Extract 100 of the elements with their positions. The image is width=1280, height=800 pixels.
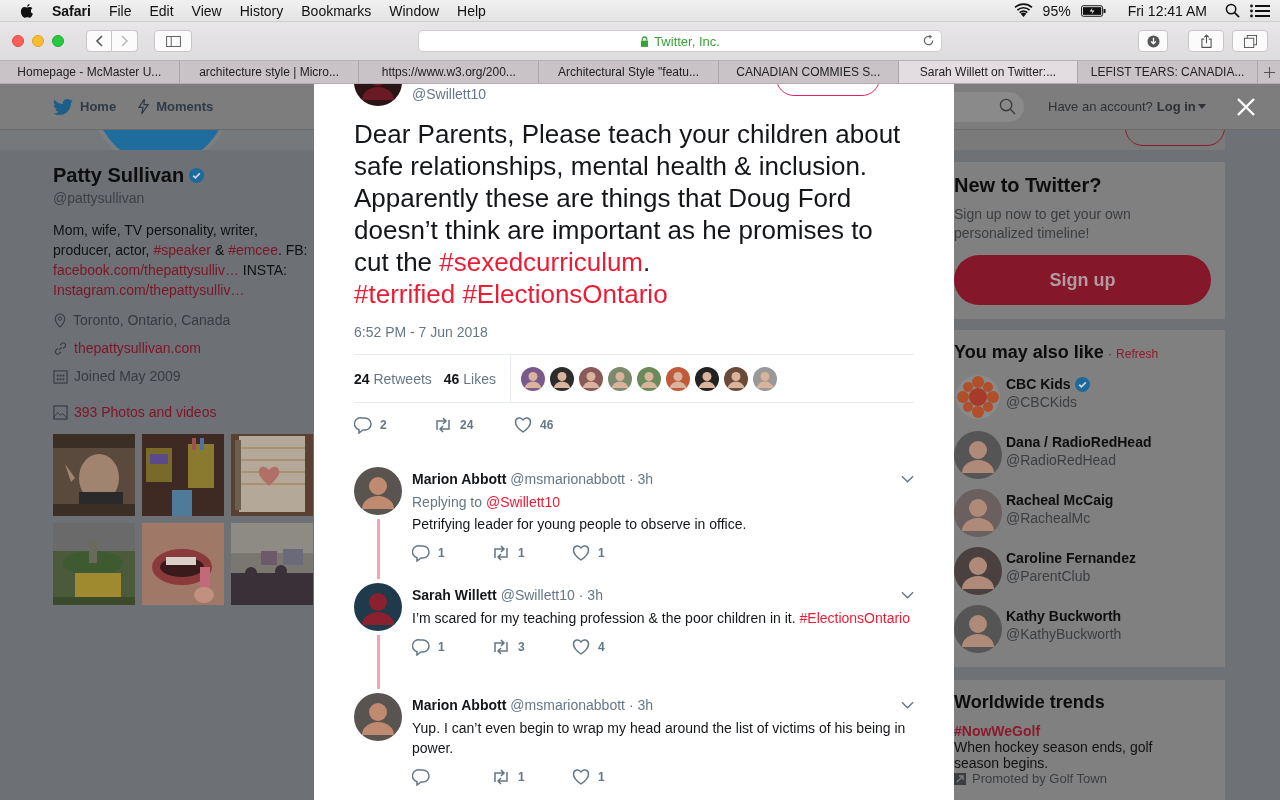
wifi-icon <box>1013 3 1033 18</box>
account-handle: @RachealMc <box>1006 510 1092 526</box>
browser-tab[interactable]: LEFIST TEARS: CANADIA... <box>1078 61 1259 83</box>
close-button[interactable] <box>12 35 24 47</box>
browser-tab[interactable]: https://www.w3.org/200... <box>359 61 540 83</box>
retweet-button[interactable]: 24 <box>434 416 514 434</box>
reply-button[interactable]: 2 <box>354 416 434 434</box>
retweet-button[interactable]: 3 <box>492 638 572 656</box>
retweet-icon <box>492 638 510 656</box>
hashtag-link[interactable]: #sexedcurriculum <box>439 247 644 277</box>
speech-bubble-icon <box>412 638 430 656</box>
share-button[interactable] <box>1188 30 1224 52</box>
image-icon <box>53 404 68 420</box>
menu-item[interactable]: Edit <box>149 2 174 19</box>
menu-item[interactable]: Help <box>457 2 486 19</box>
card-title: New to Twitter? <box>954 174 1103 197</box>
nav-link[interactable]: Home <box>53 98 117 115</box>
signup-text: Sign up now to get your own personalized timeline! <box>954 205 1132 243</box>
menu-item[interactable]: History <box>239 2 284 19</box>
hashtag-link[interactable]: #ElectionsOntario <box>462 279 668 309</box>
menu-item[interactable]: Bookmarks <box>301 2 372 19</box>
retweet-button[interactable]: 1 <box>492 768 572 786</box>
download-button[interactable] <box>1138 30 1168 52</box>
account-name[interactable]: Caroline Fernandez <box>1006 550 1136 566</box>
tweet-text: Dear Parents, Please teach your children about safe relationships, mental health & inclusion. Apparently these are things that Doug Ford doesn’t think are important as he promises to cut the #sexedcurriculum. #terrified #ElectionsOntario <box>354 118 902 310</box>
menu-item[interactable]: File <box>108 2 132 19</box>
nav-link[interactable]: Moments <box>138 98 214 115</box>
account-handle: @CBCKids <box>1006 394 1078 410</box>
calendar-icon <box>53 368 68 384</box>
account-name[interactable]: Racheal McCaig <box>1006 492 1114 508</box>
search-icon[interactable] <box>1225 3 1240 18</box>
refresh-link[interactable]: Refresh <box>1116 347 1159 361</box>
retweet-button[interactable]: 1 <box>492 544 572 562</box>
plus-icon[interactable] <box>1263 66 1275 78</box>
like-button[interactable]: 46 <box>514 416 594 434</box>
bird-icon <box>53 98 73 115</box>
app-menu[interactable]: Safari <box>52 2 91 19</box>
retweet-icon <box>434 416 452 434</box>
caret-icon[interactable] <box>901 701 914 709</box>
reply-text: Yup. I can’t even begin to wrap my head around the list of victims of his being in power. <box>412 719 907 758</box>
avatar <box>354 583 402 631</box>
tabs-icon <box>1243 34 1257 48</box>
browser-tab[interactable]: Sarah Willett on Twitter:... <box>898 61 1079 83</box>
share-icon <box>1200 34 1212 48</box>
caret-icon[interactable] <box>901 475 914 483</box>
sidebar-button[interactable] <box>154 30 192 52</box>
reply-handle: @msmarionabbott <box>510 471 625 487</box>
reply-text: I’m scared for my teaching profession & the poor children in it. #ElectionsOntario <box>412 609 912 628</box>
browser-tab[interactable]: Homepage - McMaster U... <box>0 61 180 83</box>
location-pin-icon <box>53 312 67 328</box>
retweets-count[interactable]: 24 Retweets <box>354 370 432 387</box>
hashtag-link[interactable]: #terrified <box>354 279 463 309</box>
zoom-button[interactable] <box>52 35 64 47</box>
caret-icon[interactable] <box>901 591 914 599</box>
browser-tab[interactable]: Architectural Style "featu... <box>539 61 719 83</box>
heart-icon <box>572 638 590 656</box>
browser-tab[interactable]: CANADIAN COMMIES S... <box>718 61 899 83</box>
reply-author: Marion Abbott <box>412 471 507 487</box>
reply-text: Petrifying leader for young people to observe in office. <box>412 515 748 534</box>
browser-tab[interactable]: architecture style | Micro... <box>179 61 360 83</box>
reload-icon[interactable] <box>922 34 935 47</box>
likes-count[interactable]: 46 Likes <box>443 370 496 387</box>
search-icon <box>999 98 1016 115</box>
avatar <box>954 605 1002 653</box>
download-icon <box>1146 34 1160 48</box>
chevron-left-icon <box>95 35 103 47</box>
close-icon[interactable] <box>1236 96 1256 117</box>
account-name[interactable]: CBC Kids <box>1006 376 1071 392</box>
like-button[interactable]: 1 <box>572 768 652 786</box>
reply-button[interactable]: 1 <box>412 638 492 656</box>
like-button[interactable]: 4 <box>572 638 652 656</box>
hashtag-link[interactable]: #ElectionsOntario <box>799 610 911 626</box>
replying-to: Replying to @Swillett10 <box>412 494 562 510</box>
menu-item[interactable]: Window <box>389 2 440 19</box>
avatar <box>354 467 402 515</box>
speech-bubble-icon <box>354 416 372 434</box>
login-button[interactable]: Log in <box>1156 99 1206 114</box>
search-field[interactable] <box>954 91 1024 122</box>
account-handle: @RadioRedHead <box>1006 452 1117 468</box>
trend-description: When hockey season ends, golf season begins. <box>954 739 1154 771</box>
reply-button[interactable]: 1 <box>412 544 492 562</box>
avatar <box>521 366 545 391</box>
like-button[interactable]: 1 <box>572 544 652 562</box>
account-name[interactable]: Dana / RadioRedHead <box>1006 434 1152 450</box>
retweet-icon <box>492 544 510 562</box>
signup-button[interactable]: Sign up <box>954 255 1211 305</box>
author-handle: @Swillett10 <box>412 86 487 102</box>
avatar <box>579 366 603 391</box>
list-icon[interactable] <box>1250 3 1270 18</box>
address-field[interactable]: Twitter, Inc. <box>418 30 942 52</box>
menu-item[interactable]: View <box>191 2 222 19</box>
avatar <box>753 366 777 391</box>
trend-link[interactable]: #NowWeGolf <box>954 723 1211 739</box>
account-handle: @KathyBuckworth <box>1006 626 1122 642</box>
profile-name: Patty Sullivan <box>53 164 185 187</box>
tabs-button[interactable] <box>1232 30 1268 52</box>
back-button[interactable] <box>86 30 112 52</box>
account-name[interactable]: Kathy Buckworth <box>1006 608 1122 624</box>
mention-link[interactable]: @Swillett10 <box>485 494 561 510</box>
link-icon <box>53 340 68 356</box>
